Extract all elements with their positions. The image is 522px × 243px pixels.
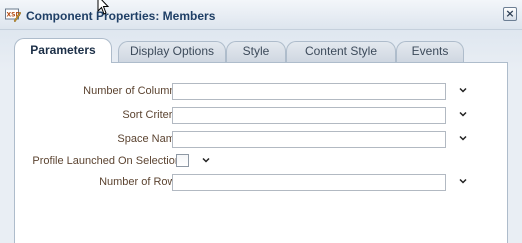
tab-display-options[interactable]: Display Options <box>118 41 226 62</box>
tab-bar: Parameters Display Options Style Content… <box>14 38 464 63</box>
chevron-down-icon[interactable] <box>458 109 468 119</box>
tab-events[interactable]: Events <box>396 41 464 62</box>
chevron-down-icon[interactable] <box>458 176 468 186</box>
tab-label: Style <box>242 44 270 58</box>
form-row-number-of-columns: Number of Columns <box>15 83 509 101</box>
sort-criteria-input[interactable] <box>172 107 446 124</box>
dialog-title: Component Properties: Members <box>26 9 216 23</box>
tab-parameters[interactable]: Parameters <box>14 38 112 63</box>
parameters-panel: Number of Columns Sort Criteria Space Na… <box>14 62 508 243</box>
form-row-number-of-rows: Number of Rows <box>15 174 509 192</box>
chevron-down-icon[interactable] <box>458 133 468 143</box>
profile-launched-on-selection-label: Profile Launched On Selection <box>32 155 181 167</box>
close-icon: × <box>505 7 515 20</box>
number-of-rows-label: Number of Rows <box>99 176 181 188</box>
chevron-down-icon[interactable] <box>201 155 211 165</box>
tab-content-style[interactable]: Content Style <box>286 41 396 62</box>
tab-label: Parameters <box>30 43 96 57</box>
form-row-space-name: Space Name <box>15 131 509 149</box>
tab-label: Display Options <box>129 44 215 58</box>
profile-launched-checkbox[interactable] <box>176 154 189 167</box>
tab-label: Content Style <box>304 44 378 58</box>
close-button[interactable]: × <box>503 7 517 21</box>
tab-label: Events <box>411 44 449 58</box>
number-of-columns-input[interactable] <box>172 83 446 100</box>
chevron-down-icon[interactable] <box>458 85 468 95</box>
form-row-sort-criteria: Sort Criteria <box>15 107 509 125</box>
space-name-input[interactable] <box>172 131 446 148</box>
tab-style[interactable]: Style <box>226 41 286 62</box>
number-of-columns-label: Number of Columns <box>83 85 181 97</box>
mouse-cursor-icon <box>97 0 110 15</box>
dialog-titlebar: XSD Component Properties: Members × <box>0 0 522 30</box>
number-of-rows-input[interactable] <box>172 174 446 191</box>
xsd-edit-icon: XSD <box>5 8 21 22</box>
form-row-profile-launched-on-selection: Profile Launched On Selection <box>15 153 509 171</box>
